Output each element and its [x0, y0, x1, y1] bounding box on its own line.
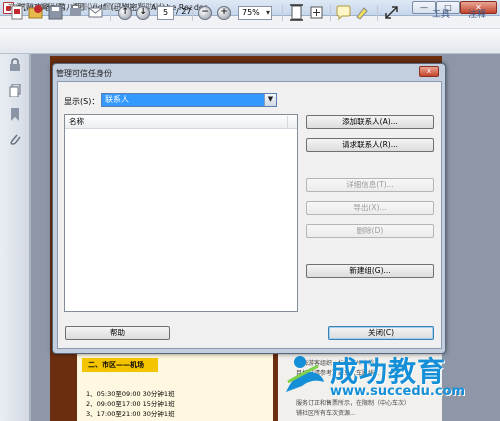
bookmark-icon[interactable]: [9, 108, 21, 121]
toolbar: [0, 29, 500, 54]
toolbar-separator: [377, 5, 378, 21]
create-pdf-icon[interactable]: [9, 4, 26, 21]
attachment-icon[interactable]: [9, 132, 21, 145]
watermark-url: www.succedu.com: [330, 384, 466, 399]
lock-icon[interactable]: [9, 58, 21, 71]
document-line: 2、09:00至17:00 15分钟1班: [86, 400, 175, 408]
identity-list[interactable]: [64, 114, 298, 312]
delete-button[interactable]: 删除(D): [306, 224, 434, 238]
request-contact-button[interactable]: 请求联系人(R)...: [306, 138, 434, 152]
export-button[interactable]: 导出(X)...: [306, 201, 434, 215]
dialog-close-icon[interactable]: x: [419, 66, 439, 77]
zoom-select[interactable]: 75%: [238, 6, 272, 20]
previous-page-icon[interactable]: ↑: [118, 6, 132, 20]
document-line: 服务订正和售票所示，在限制（中心车次）: [296, 400, 411, 407]
page-total: / 27: [176, 7, 192, 16]
details-button[interactable]: 详细信息(T)...: [306, 178, 434, 192]
document-banner: 二、市区——机场: [82, 358, 158, 372]
chevron-down-icon[interactable]: ▼: [264, 94, 276, 106]
toolbar-separator: [192, 5, 193, 21]
fullscreen-icon[interactable]: [383, 4, 400, 21]
document-line: 铺社区所有车次资源...: [296, 410, 356, 417]
fit-page-icon[interactable]: [288, 4, 305, 21]
zoom-out-icon[interactable]: −: [198, 6, 212, 20]
help-button[interactable]: 帮助: [65, 326, 170, 340]
document-line: 1、05:30至09:00 30分钟1班: [86, 390, 175, 398]
toolbar-separator: [330, 5, 331, 21]
comment-pane-button[interactable]: 注释: [468, 7, 486, 20]
list-header-divider: [287, 116, 288, 128]
email-icon[interactable]: [87, 4, 104, 21]
add-contact-button[interactable]: 添加联系人(A)...: [306, 115, 434, 129]
toolbar-separator: [282, 5, 283, 21]
print-icon[interactable]: [67, 4, 84, 21]
next-page-icon[interactable]: ↓: [136, 6, 150, 20]
show-select[interactable]: 联系人: [101, 93, 277, 107]
toolbar-separator: [110, 5, 111, 21]
dialog-title: 管理可信任身份: [56, 69, 112, 78]
document-line: 3、17:00至21:00 30分钟1班: [86, 410, 175, 418]
tools-pane-button[interactable]: 工具: [432, 7, 450, 20]
highlight-icon[interactable]: [354, 4, 371, 21]
list-header-name[interactable]: 名称: [65, 115, 297, 129]
open-file-icon[interactable]: [27, 4, 44, 21]
fit-width-icon[interactable]: [308, 4, 325, 21]
page-number-input[interactable]: 5: [157, 6, 174, 20]
comment-bubble-icon[interactable]: [335, 4, 352, 21]
pages-icon[interactable]: [9, 83, 21, 98]
save-icon[interactable]: [47, 4, 64, 21]
zoom-in-icon[interactable]: +: [217, 6, 231, 20]
watermark-figure-icon: [282, 352, 326, 396]
new-group-button[interactable]: 新建组(G)...: [306, 264, 434, 278]
show-label: 显示(S)：: [64, 97, 100, 106]
close-dialog-button[interactable]: 关闭(C): [328, 326, 434, 340]
